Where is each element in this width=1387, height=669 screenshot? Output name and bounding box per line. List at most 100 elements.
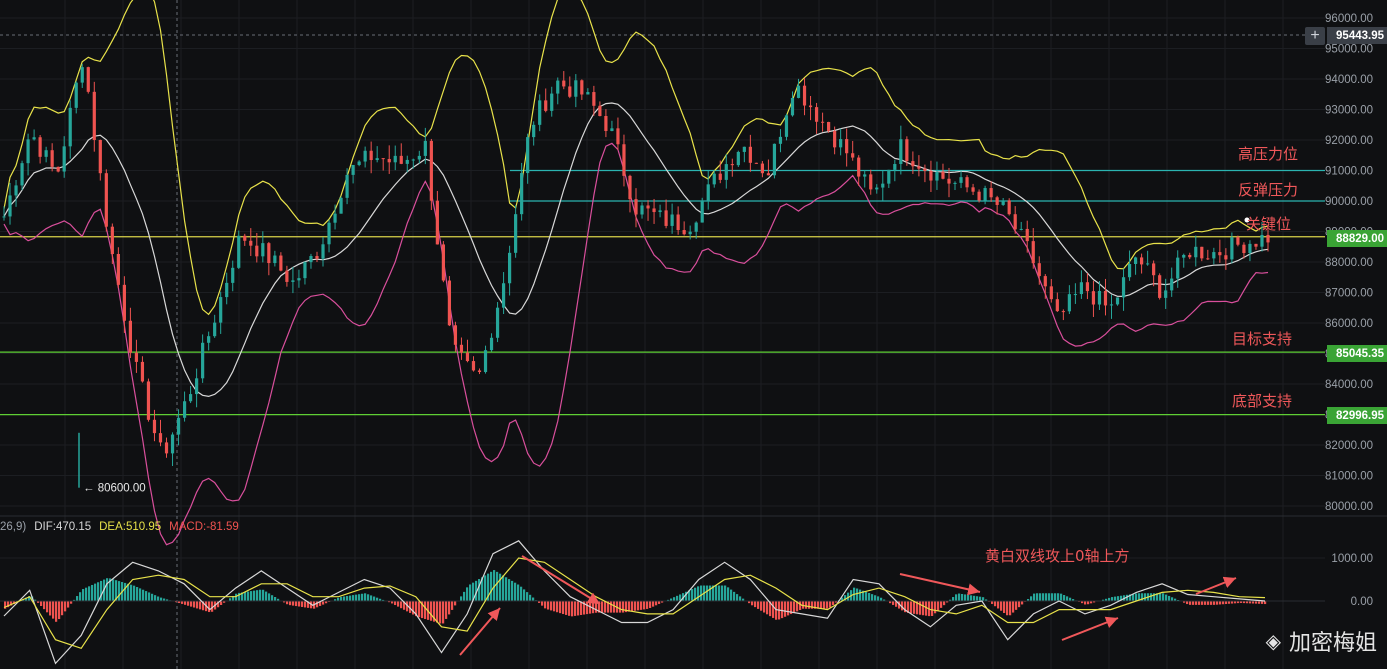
candle-body [1115,297,1120,305]
candle-body [851,153,855,158]
price-tick-label: 92000.00 [1325,135,1373,147]
macd-bar [1045,593,1048,601]
candle-body [532,124,536,138]
candle-body [243,235,247,241]
macd-bar [466,587,469,601]
annotation-high-resist: 高压力位 [1238,145,1299,163]
macd-bar [436,601,439,623]
macd-bar [490,571,493,601]
macd-bar [304,601,307,608]
macd-bar [820,601,823,609]
macd-bar [1048,593,1051,601]
macd-bar [160,597,163,601]
candle-body [2,216,6,218]
macd-bar [418,601,421,618]
candle-body [664,210,668,226]
macd-bar [547,601,550,610]
macd-bar [739,596,742,601]
macd-bar [541,601,544,606]
macd-bar [322,601,325,605]
candle-body [839,139,843,148]
candle-body [562,80,566,87]
macd-bar [940,601,943,608]
add-price-line-button[interactable]: + [1305,27,1325,45]
candle-body [983,188,987,201]
macd-bar [982,597,985,601]
macd-bar [829,601,832,608]
candle-body [363,150,367,162]
candle-body [399,155,403,164]
macd-bar [142,589,145,601]
candle-body [297,278,301,281]
macd-bar [247,591,250,601]
candle-body [231,267,235,283]
price-tag-bottom-support: 82996.95 [1327,407,1387,424]
macd-bar [874,595,877,601]
candle-body [14,185,18,196]
macd-bar [544,601,547,609]
macd-bar [877,596,880,601]
price-tick-label: 91000.00 [1325,166,1373,178]
annotation-macd-note: 黄白双线攻上0轴上方 [985,547,1130,565]
candle-body [592,92,596,106]
macd-bar [1114,596,1117,601]
macd-dea-value: DEA:510.95 [99,521,162,533]
candle-body [586,92,590,95]
macd-bar [763,601,766,613]
macd-bar [454,601,457,606]
candle-body [1127,263,1132,278]
candle-body [453,325,458,345]
candle-body [195,378,199,395]
macd-bar [424,601,427,619]
macd-bar [604,601,607,613]
candle-body [279,255,283,271]
candle-body [1091,291,1096,305]
macd-bar [520,586,523,601]
macd-bar [808,601,811,609]
macd-bar [775,601,778,620]
candle-body [953,182,957,184]
candle-body [309,256,313,263]
candle-body [182,401,187,418]
macd-bar [1168,595,1171,601]
macd-bar [151,593,154,601]
macd-bar [754,601,757,608]
macd-bar [559,601,562,614]
candle-body [899,139,903,165]
macd-bar [733,591,736,601]
macd-bar [1063,595,1066,601]
candle-body [778,136,783,144]
macd-bar [184,601,187,605]
macd-bar [448,601,451,615]
candle-body [8,195,12,217]
macd-bar [565,601,568,615]
candle-body [965,177,969,188]
annotation-bottom-support: 底部支持 [1232,392,1293,410]
macd-bar [358,594,361,601]
candle-body [447,280,452,326]
price-tick-label: 82000.00 [1325,440,1373,452]
macd-bar [349,595,352,601]
price-tick-label: 84000.00 [1325,379,1373,391]
candle-body [941,171,945,179]
candle-body [303,262,307,279]
trading-chart[interactable]: 96000.00 95000.00 94000.00 93000.00 92000.00… [0,0,1387,669]
annotation-arrow [1061,616,1119,641]
candle-body [772,143,777,176]
macd-bar [766,601,769,615]
macd-bar [931,601,934,616]
candle-body [110,226,114,255]
macd-bar [64,601,67,612]
macd-bar [244,591,247,601]
macd-bar [511,580,514,601]
macd-bar [1150,593,1153,601]
macd-bar [67,601,70,608]
candle-body [489,337,494,351]
candle-body [50,150,54,167]
macd-bar [253,590,256,601]
candle-body [869,174,873,190]
candle-body [140,361,145,382]
macd-bar [1165,594,1168,601]
macd-bar [1084,601,1087,605]
candle-body [742,146,746,152]
